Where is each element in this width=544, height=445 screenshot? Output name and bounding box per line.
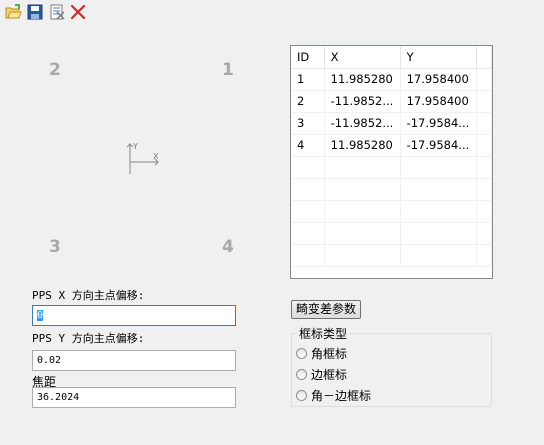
table-row[interactable]: 2 -11.9852... 17.958400 (291, 90, 492, 113)
table-empty-row[interactable] (291, 244, 492, 267)
table-empty-row[interactable] (291, 222, 492, 245)
table-filler-cell (476, 222, 492, 245)
table-filler-cell (476, 134, 492, 157)
y-axis-label: Y (133, 142, 138, 151)
table-cell (291, 200, 325, 223)
table-cell: 17.958400 (400, 90, 477, 113)
table-cell: 11.985280 (324, 134, 401, 157)
table-cell (400, 200, 477, 223)
radio-corner-edge-frame[interactable]: 角－边框标 (296, 387, 371, 403)
table-cell (400, 222, 477, 245)
column-header-y[interactable]: Y (400, 46, 477, 69)
table-cell: -11.9852... (324, 90, 401, 113)
corner-label-1: 1 (222, 60, 234, 80)
table-cell (324, 156, 401, 179)
export-icon[interactable] (48, 3, 66, 21)
table-cell (324, 200, 401, 223)
radio-corner-frame[interactable]: 角框标 (296, 345, 347, 361)
column-header-filler (476, 46, 492, 69)
table-cell: 11.985280 (324, 68, 401, 91)
column-header-x[interactable]: X (324, 46, 401, 69)
table-empty-row[interactable] (291, 156, 492, 179)
table-filler-cell (476, 244, 492, 267)
table-filler-cell (476, 90, 492, 113)
x-axis-label: X (153, 152, 159, 161)
table-empty-row[interactable] (291, 178, 492, 201)
radio-button-icon[interactable] (296, 347, 307, 359)
table-cell (324, 222, 401, 245)
table-cell (400, 244, 477, 267)
table-cell: -11.9852... (324, 112, 401, 135)
distortion-parameters-button[interactable]: 畸变差参数 (291, 300, 362, 319)
radio-corner-frame-label: 角框标 (311, 346, 348, 361)
corner-label-2: 2 (49, 60, 61, 80)
table-cell: -17.9584... (400, 134, 477, 157)
table-cell (324, 178, 401, 201)
table-cell: -17.9584... (400, 112, 477, 135)
table-cell (400, 156, 477, 179)
table-row[interactable]: 1 11.985280 17.958400 (291, 68, 492, 91)
corner-label-3: 3 (49, 237, 61, 257)
table-cell: 3 (291, 112, 325, 135)
table-cell (324, 244, 401, 267)
radio-edge-frame-label: 边框标 (311, 367, 348, 382)
table-empty-row[interactable] (291, 200, 492, 223)
table-cell (291, 222, 325, 245)
table-filler-cell (476, 200, 492, 223)
table-cell (291, 178, 325, 201)
table-cell: 4 (291, 134, 325, 157)
table-cell (400, 178, 477, 201)
table-filler-cell (476, 68, 492, 91)
table-row[interactable]: 4 11.985280 -17.9584... (291, 134, 492, 157)
radio-corner-edge-frame-label: 角－边框标 (311, 388, 372, 403)
save-icon[interactable] (26, 3, 44, 21)
table-filler-cell (476, 178, 492, 201)
table-cell: 2 (291, 90, 325, 113)
corner-label-4: 4 (222, 237, 234, 257)
frame-coordinate-table[interactable]: ID X Y 1 11.985280 17.958400 2 -11.9852... 17… (290, 45, 493, 279)
column-header-id[interactable]: ID (291, 46, 325, 69)
focal-length-input[interactable]: 36.2024 (32, 387, 236, 408)
radio-edge-frame[interactable]: 边框标 (296, 366, 347, 382)
table-cell: 17.958400 (400, 68, 477, 91)
radio-button-icon[interactable] (296, 368, 307, 380)
table-row[interactable]: 3 -11.9852... -17.9584... (291, 112, 492, 135)
frame-type-title: 框标类型 (297, 325, 350, 342)
table-header-row: ID X Y (291, 46, 492, 69)
table-cell (291, 156, 325, 179)
pps-x-label: PPS X 方向主点偏移: (32, 289, 145, 302)
table-cell: 1 (291, 68, 325, 91)
table-cell (291, 244, 325, 267)
pps-x-value: 0 (37, 310, 44, 321)
open-icon[interactable] (4, 3, 22, 21)
delete-icon[interactable] (69, 3, 87, 21)
pps-x-input[interactable]: 0 (32, 305, 236, 326)
table-filler-cell (476, 112, 492, 135)
radio-button-icon[interactable] (296, 389, 307, 401)
pps-y-label: PPS Y 方向主点偏移: (32, 332, 145, 345)
pps-y-input[interactable]: 0.02 (32, 350, 236, 371)
table-filler-cell (476, 156, 492, 179)
